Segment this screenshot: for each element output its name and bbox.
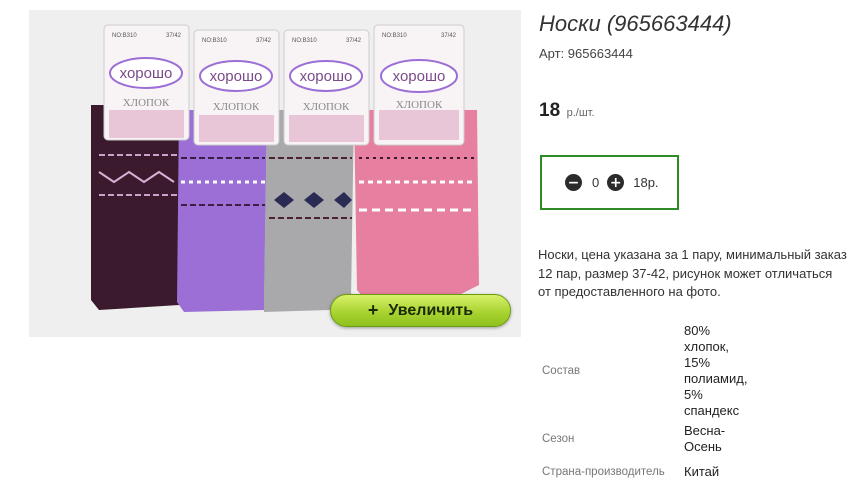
tag-size-4: 37/42 <box>441 33 457 39</box>
property-value: 80% хлопок, 15% полиамид, 5% спандекс <box>684 323 748 418</box>
tag-material-1: ХЛОПОК <box>123 97 170 109</box>
tag-code-4: NO:B310 <box>382 33 407 39</box>
tag-code-2: NO:B310 <box>202 38 227 44</box>
product-title: Носки (965663444) <box>539 11 732 36</box>
property-value: Китай <box>684 464 720 479</box>
tag-material-3: ХЛОПОК <box>303 101 350 113</box>
tag-brand-3: хорошо <box>300 68 353 85</box>
price-value: 18 <box>539 100 561 121</box>
tag-brand-4: хорошо <box>393 68 446 85</box>
property-row: Страна-производитель Китай <box>538 457 754 487</box>
tag-brand-2: хорошо <box>210 68 263 85</box>
socks-illustration: хорошо хорошо хорошо хорошо ХЛОПОК ХЛОПО… <box>29 10 521 337</box>
label-tags <box>103 24 465 146</box>
price-unit: р./шт. <box>566 107 595 119</box>
tag-code-1: NO:B310 <box>112 33 137 39</box>
plus-icon: + <box>367 300 379 320</box>
tag-size-1: 37/42 <box>166 33 182 39</box>
tag-material-4: ХЛОПОК <box>396 99 443 111</box>
property-key: Страна-производитель <box>542 466 665 478</box>
plus-circle-icon[interactable]: + <box>607 174 625 191</box>
quantity-value: 0 <box>592 175 600 190</box>
product-sku: Арт: 965663444 <box>539 46 633 61</box>
tag-material-2: ХЛОПОК <box>213 101 260 113</box>
property-value: Весна-Осень <box>684 423 726 454</box>
property-row: Сезон Весна-Осень <box>538 421 754 457</box>
quantity-total: 18р. <box>633 175 659 190</box>
product-image[interactable]: хорошо хорошо хорошо хорошо ХЛОПОК ХЛОПО… <box>29 10 521 337</box>
product-description: Носки, цена указана за 1 пару, минимальн… <box>538 247 847 299</box>
tag-code-3: NO:B310 <box>292 38 317 44</box>
property-key: Состав <box>542 365 581 377</box>
product-properties: Состав 80% хлопок, 15% полиамид, 5% спан… <box>538 321 754 487</box>
zoom-button-label: Увеличить <box>388 301 474 319</box>
property-row: Состав 80% хлопок, 15% полиамид, 5% спан… <box>538 321 754 421</box>
product-price: 18 р./шт. <box>539 100 595 122</box>
tag-size-2: 37/42 <box>256 38 272 44</box>
minus-circle-icon[interactable]: − <box>565 174 582 191</box>
tag-brand-1: хорошо <box>120 65 173 82</box>
property-key: Сезон <box>542 433 575 445</box>
zoom-button[interactable]: + Увеличить <box>330 294 511 327</box>
quantity-stepper: − 0 + 18р. <box>540 155 679 210</box>
tag-size-3: 37/42 <box>346 38 362 44</box>
